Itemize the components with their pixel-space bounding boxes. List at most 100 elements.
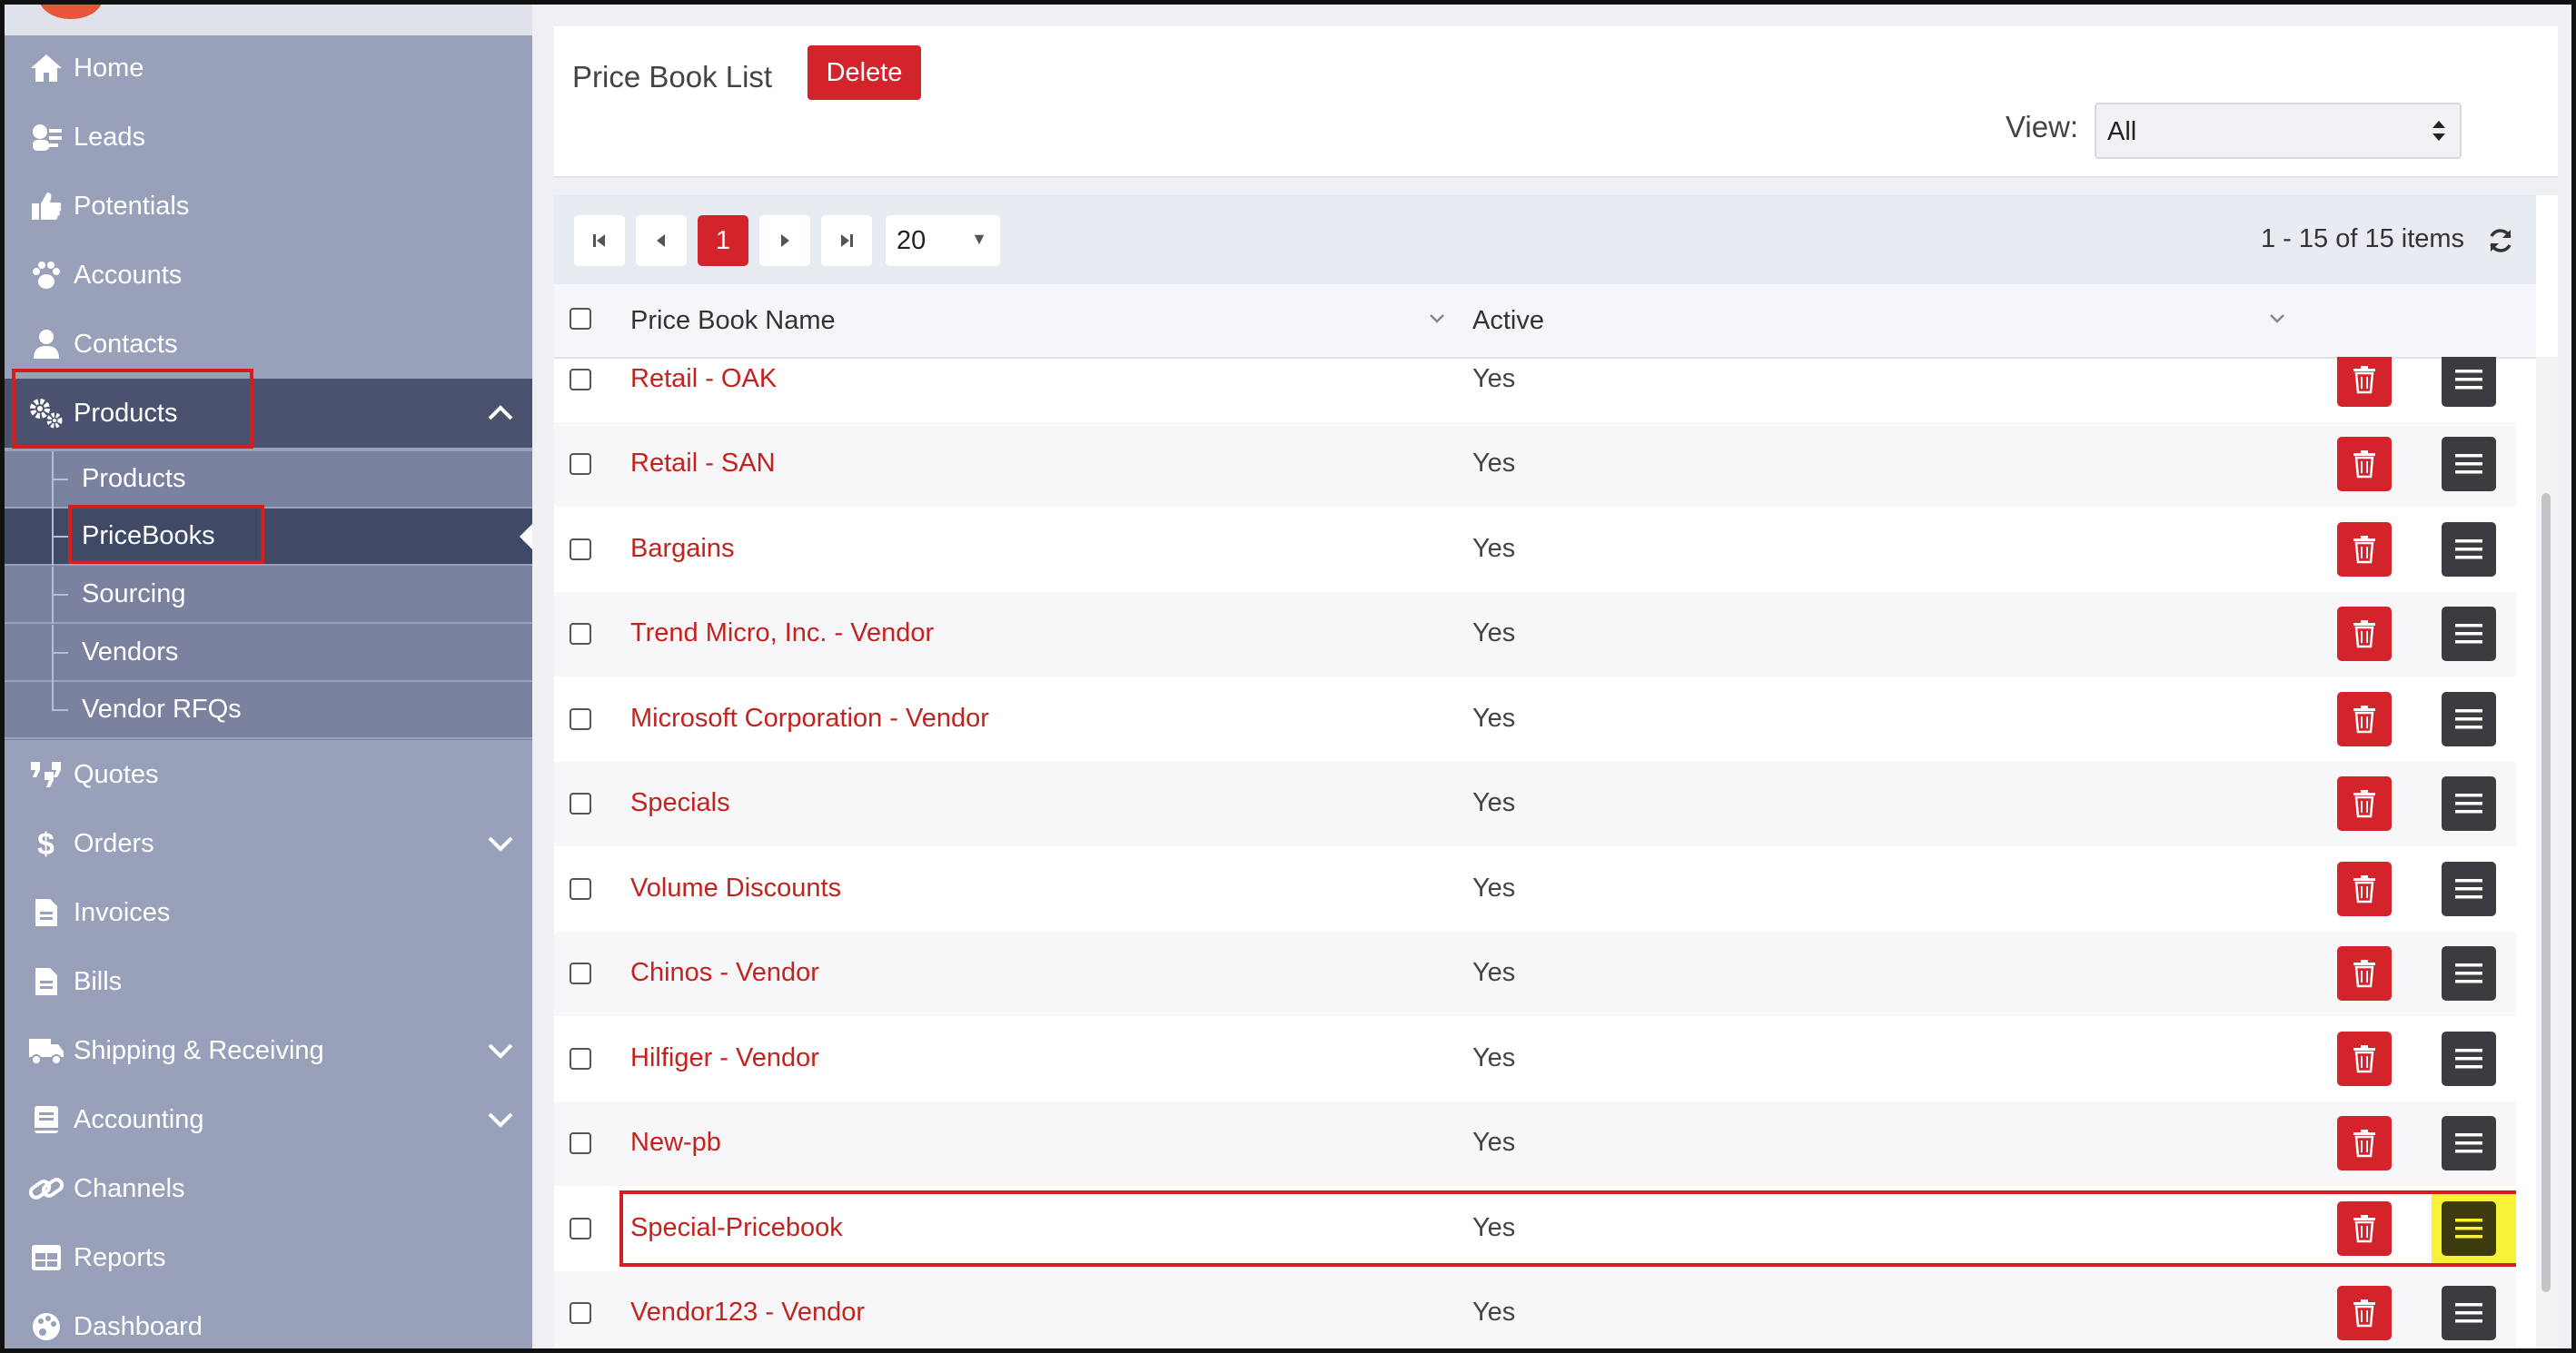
delete-row-button[interactable]	[2337, 1116, 2392, 1171]
sidebar-item-accounts[interactable]: Accounts	[5, 241, 532, 310]
sidebar-item-reports[interactable]: Reports	[5, 1223, 532, 1292]
price-book-name-link[interactable]: New-pb	[630, 1128, 721, 1158]
delete-row-button[interactable]	[2337, 1200, 2392, 1256]
delete-row-button[interactable]	[2337, 357, 2392, 407]
sidebar-item-home[interactable]: Home	[5, 34, 532, 103]
delete-row-button[interactable]	[2337, 691, 2392, 746]
refresh-icon[interactable]	[2486, 226, 2515, 255]
row-checkbox[interactable]	[570, 963, 591, 985]
row-checkbox[interactable]	[570, 793, 591, 815]
table-row[interactable]: Bargains Yes	[554, 507, 2516, 592]
sidebar-item-shipping[interactable]: Shipping & Receiving	[5, 1016, 532, 1085]
row-checkbox[interactable]	[570, 877, 591, 900]
table-row[interactable]: Special-Pricebook Yes	[554, 1186, 2516, 1271]
sidebar-item-orders[interactable]: $ Orders	[5, 809, 532, 878]
row-actions-menu-button[interactable]	[2442, 357, 2496, 407]
row-checkbox[interactable]	[570, 1302, 591, 1325]
row-actions-menu-button[interactable]	[2442, 521, 2496, 577]
price-book-name-link[interactable]: Vendor123 - Vendor	[630, 1298, 865, 1328]
row-checkbox[interactable]	[570, 707, 591, 730]
table-row[interactable]: Chinos - Vendor Yes	[554, 931, 2516, 1016]
submenu-item-sourcing[interactable]: Sourcing	[5, 567, 532, 624]
delete-row-button[interactable]	[2337, 521, 2392, 577]
next-page-button[interactable]	[759, 215, 810, 266]
delete-row-button[interactable]	[2337, 861, 2392, 916]
price-book-name-link[interactable]: Special-Pricebook	[630, 1213, 843, 1243]
select-all-checkbox[interactable]	[570, 308, 591, 330]
sidebar-item-leads[interactable]: Leads	[5, 103, 532, 172]
column-header-name[interactable]: Price Book Name	[630, 306, 836, 336]
price-book-name-link[interactable]: Specials	[630, 788, 730, 818]
delete-row-button[interactable]	[2337, 1286, 2392, 1341]
table-row[interactable]: Microsoft Corporation - Vendor Yes	[554, 676, 2516, 762]
price-book-name-link[interactable]: Hilfiger - Vendor	[630, 1043, 819, 1073]
row-actions-menu-button[interactable]	[2442, 1031, 2496, 1086]
table-scrollbar[interactable]	[2536, 357, 2558, 1348]
row-checkbox[interactable]	[570, 453, 591, 476]
price-book-name-link[interactable]: Retail - OAK	[630, 364, 777, 394]
submenu-item-vendor-rfqs[interactable]: Vendor RFQs	[5, 682, 532, 739]
sidebar-item-channels[interactable]: Channels	[5, 1154, 532, 1223]
column-header-active[interactable]: Active	[1472, 306, 1544, 336]
row-actions-menu-button[interactable]	[2442, 946, 2496, 1002]
current-page-button[interactable]: 1	[698, 215, 748, 266]
table-row[interactable]: New-pb Yes	[554, 1101, 2516, 1186]
submenu-item-products[interactable]: Products	[5, 451, 532, 509]
table-row[interactable]: Vendor123 - Vendor Yes	[554, 1270, 2516, 1348]
delete-button[interactable]: Delete	[807, 45, 921, 100]
price-book-name-link[interactable]: Chinos - Vendor	[630, 958, 819, 988]
row-actions-menu-button[interactable]	[2442, 861, 2496, 916]
prev-page-button[interactable]	[636, 215, 687, 266]
table-row[interactable]: Trend Micro, Inc. - Vendor Yes	[554, 591, 2516, 676]
row-checkbox[interactable]	[570, 368, 591, 390]
chevron-down-icon[interactable]	[484, 827, 517, 860]
price-book-name-link[interactable]: Bargains	[630, 534, 734, 564]
row-actions-menu-button[interactable]	[2442, 1286, 2496, 1341]
sidebar-item-products[interactable]: Products	[5, 379, 532, 448]
scrollbar-thumb[interactable]	[2541, 493, 2551, 1292]
column-menu-icon[interactable]	[1427, 308, 1447, 332]
price-book-name-link[interactable]: Trend Micro, Inc. - Vendor	[630, 618, 934, 648]
row-actions-menu-button[interactable]	[2442, 437, 2496, 492]
table-row[interactable]: Volume Discounts Yes	[554, 846, 2516, 932]
sidebar-item-dashboard[interactable]: Dashboard	[5, 1292, 532, 1348]
sidebar-item-bills[interactable]: Bills	[5, 947, 532, 1016]
delete-row-button[interactable]	[2337, 1031, 2392, 1086]
row-actions-menu-button[interactable]	[2442, 607, 2496, 662]
row-checkbox[interactable]	[570, 1047, 591, 1070]
row-checkbox[interactable]	[570, 623, 591, 646]
chevron-down-icon[interactable]	[484, 1034, 517, 1067]
price-book-name-link[interactable]: Retail - SAN	[630, 449, 776, 479]
submenu-item-vendors[interactable]: Vendors	[5, 625, 532, 682]
sidebar-item-contacts[interactable]: Contacts	[5, 310, 532, 379]
last-page-button[interactable]	[821, 215, 872, 266]
price-book-name-link[interactable]: Volume Discounts	[630, 874, 841, 904]
row-checkbox[interactable]	[570, 1132, 591, 1155]
view-select[interactable]: All	[2095, 103, 2462, 159]
page-size-select[interactable]: 20 ▼	[886, 215, 1000, 266]
sidebar-item-accounting[interactable]: Accounting	[5, 1085, 532, 1154]
row-checkbox[interactable]	[570, 538, 591, 560]
first-page-button[interactable]	[574, 215, 625, 266]
delete-row-button[interactable]	[2337, 946, 2392, 1002]
column-menu-icon[interactable]	[2267, 308, 2287, 332]
row-actions-menu-button[interactable]	[2442, 1200, 2496, 1256]
table-row[interactable]: Hilfiger - Vendor Yes	[554, 1016, 2516, 1101]
row-actions-menu-button[interactable]	[2442, 691, 2496, 746]
sidebar-item-potentials[interactable]: Potentials	[5, 172, 532, 241]
row-actions-menu-button[interactable]	[2442, 1116, 2496, 1171]
row-actions-menu-button[interactable]	[2442, 776, 2496, 832]
sidebar-item-quotes[interactable]: Quotes	[5, 740, 532, 809]
submenu-item-pricebooks[interactable]: PriceBooks	[5, 509, 532, 566]
delete-row-button[interactable]	[2337, 437, 2392, 492]
delete-row-button[interactable]	[2337, 607, 2392, 662]
delete-row-button[interactable]	[2337, 776, 2392, 832]
table-row[interactable]: Retail - OAK Yes	[554, 357, 2516, 422]
row-checkbox[interactable]	[570, 1217, 591, 1239]
table-row[interactable]: Retail - SAN Yes	[554, 421, 2516, 507]
chevron-up-icon[interactable]	[484, 397, 517, 430]
price-book-name-link[interactable]: Microsoft Corporation - Vendor	[630, 704, 989, 734]
table-row[interactable]: Specials Yes	[554, 761, 2516, 846]
sidebar-item-invoices[interactable]: Invoices	[5, 878, 532, 947]
chevron-down-icon[interactable]	[484, 1103, 517, 1136]
